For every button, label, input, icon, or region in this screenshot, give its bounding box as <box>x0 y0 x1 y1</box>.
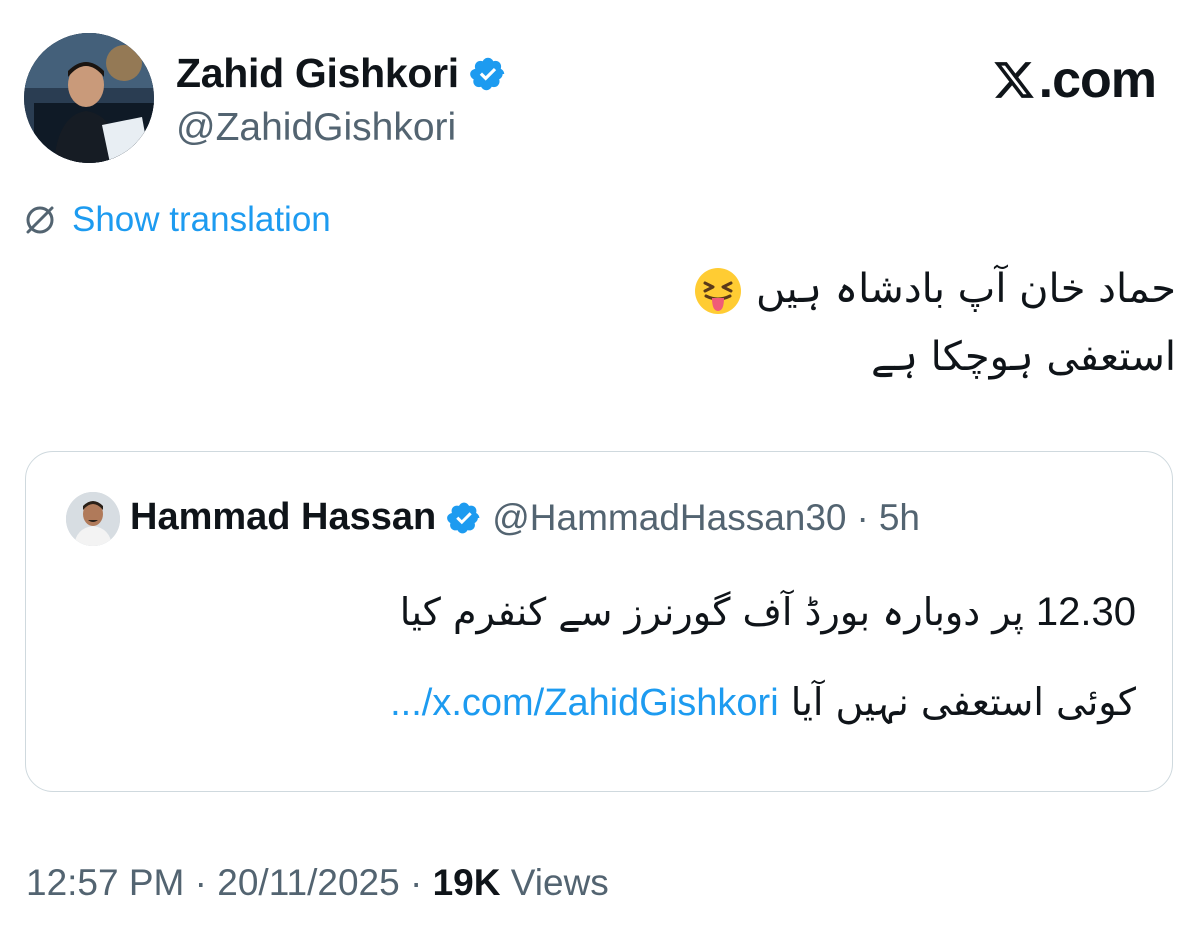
tweet-meta: 12:57 PM · 20/11/2025 · 19K Views <box>26 862 609 904</box>
views-label: Views <box>510 862 609 903</box>
quoted-separator: · <box>856 496 869 538</box>
quoted-tweet-text: 12.30 پر دوبارہ بورڈ آف گورنرز سے کنفرم … <box>236 587 1136 728</box>
verified-badge-icon <box>447 502 480 533</box>
tweet-time[interactable]: 12:57 PM <box>26 862 184 903</box>
quoted-link[interactable]: .../x.com/ZahidGishkori <box>390 682 779 724</box>
tweet-text: حماد خان آپ بادشاہ ہیں استعفی ہوچکا ہے <box>476 255 1176 391</box>
author-name[interactable]: Zahid Gishkori <box>176 50 507 97</box>
quoted-header: Hammad Hassan @HammadHassan30 · 5h <box>130 496 920 539</box>
x-logo-icon <box>993 62 1034 98</box>
author-name-text: Zahid Gishkori <box>176 50 459 96</box>
tweet-line-1: حماد خان آپ بادشاہ ہیں <box>476 255 1176 323</box>
show-translation-button[interactable]: Show translation <box>22 200 331 240</box>
quoted-author-name[interactable]: Hammad Hassan <box>130 496 436 539</box>
author-handle[interactable]: @ZahidGishkori <box>176 106 456 150</box>
quoted-avatar-photo <box>66 492 120 546</box>
verified-badge-icon <box>470 57 505 90</box>
x-logo[interactable]: .com <box>991 50 1157 110</box>
quoted-author-avatar[interactable] <box>66 492 120 546</box>
tweet-line-2: استعفی ہوچکا ہے <box>871 334 1176 380</box>
quoted-line-2: کوئی استعفی نہیں آیا .../x.com/ZahidGish… <box>236 677 1136 728</box>
x-logo-text: .com <box>1038 51 1157 109</box>
tweet-date[interactable]: 20/11/2025 <box>217 862 399 903</box>
author-avatar[interactable] <box>24 33 154 163</box>
meta-separator-2: · <box>409 862 423 903</box>
quoted-author-handle[interactable]: @HammadHassan30 <box>492 497 846 539</box>
views-count[interactable]: 19K <box>433 862 501 903</box>
show-translation-label: Show translation <box>72 200 331 239</box>
quoted-line-1-text: پر دوبارہ بورڈ آف گورنرز سے کنفرم کیا <box>399 590 1024 634</box>
quoted-line-1-number: 12.30 <box>1035 590 1136 634</box>
quoted-tweet[interactable]: Hammad Hassan @HammadHassan30 · 5h 12.30… <box>25 451 1173 792</box>
quoted-time[interactable]: 5h <box>879 497 920 539</box>
tweet-line-1-text: حماد خان آپ بادشاہ ہیں <box>756 266 1176 312</box>
meta-separator-1: · <box>194 862 207 903</box>
globe-slash-icon <box>26 206 54 234</box>
quoted-line-1: 12.30 پر دوبارہ بورڈ آف گورنرز سے کنفرم … <box>236 587 1136 637</box>
avatar-photo <box>24 33 154 163</box>
squinting-tongue-emoji-icon <box>695 268 742 314</box>
quoted-line-2-text: کوئی استعفی نہیں آیا <box>790 680 1136 724</box>
